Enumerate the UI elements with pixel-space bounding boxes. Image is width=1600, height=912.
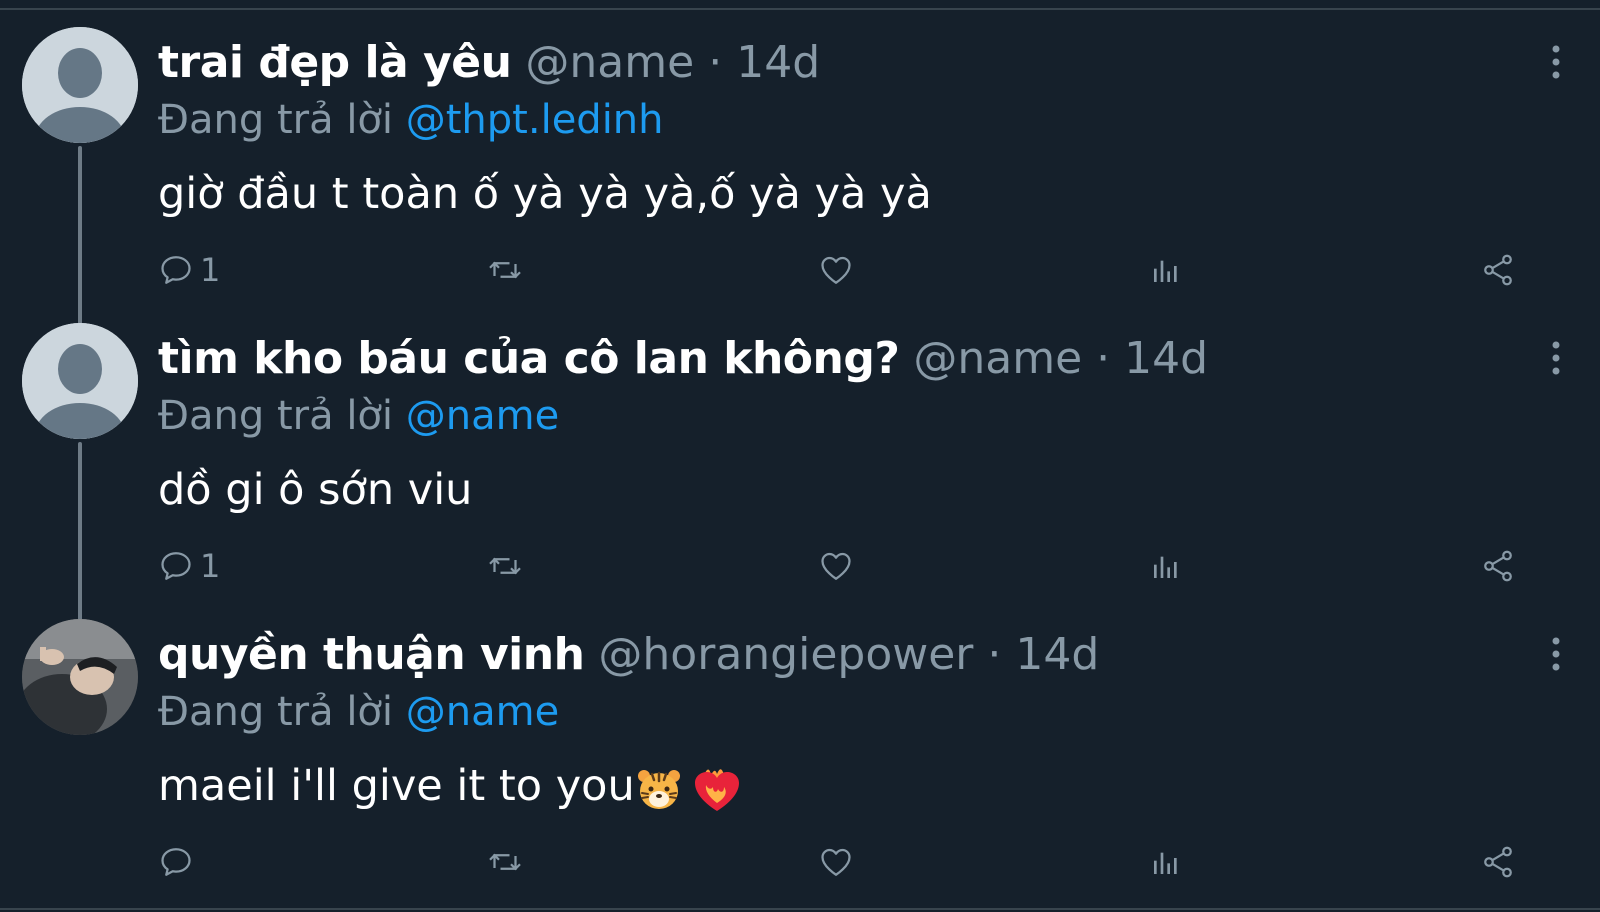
bottom-divider [0, 908, 1600, 910]
heart-on-fire-emoji [694, 768, 739, 811]
replying-to: Đang trả lời @name [158, 684, 559, 740]
retweet-icon [489, 853, 521, 871]
avatar[interactable] [22, 323, 138, 439]
handle[interactable]: @horangiepower [598, 629, 973, 680]
tweet-text: giờ đầu t toàn ố yà yà yà,ố yà yà yà [158, 169, 932, 219]
reply-count: 1 [200, 547, 221, 585]
analytics-icon [1154, 852, 1177, 874]
default-avatar-icon [22, 323, 138, 439]
more-vertical-icon[interactable] [1546, 340, 1566, 376]
tweet-1[interactable]: trai đẹp là yêu @name · 14d Đang trả lời… [0, 0, 1600, 326]
action-bar [0, 840, 1600, 884]
reply-icon [161, 552, 191, 580]
like-button[interactable] [818, 248, 854, 292]
reply-label: Đang trả lời [158, 393, 394, 439]
tiger-face-emoji [637, 769, 680, 809]
replying-to: Đang trả lời @thpt.ledinh [158, 92, 664, 148]
handle[interactable]: @name [525, 37, 694, 88]
separator: · [987, 629, 1002, 680]
retweet-button[interactable] [486, 544, 524, 588]
reply-target-link[interactable]: @thpt.ledinh [406, 97, 664, 143]
more-vertical-icon[interactable] [1546, 636, 1566, 672]
reply-count: 1 [200, 251, 221, 289]
tweet-text: maeil i'll give it to you [158, 761, 635, 811]
like-button[interactable] [818, 840, 854, 884]
tweet-2[interactable]: tìm kho báu của cô lan không? @name · 14… [0, 296, 1600, 622]
timestamp[interactable]: 14d [1015, 629, 1099, 680]
timestamp[interactable]: 14d [736, 37, 820, 88]
display-name[interactable]: tìm kho báu của cô lan không? [158, 333, 900, 384]
handle[interactable]: @name [913, 333, 1082, 384]
reply-target-link[interactable]: @name [406, 393, 559, 439]
separator: · [1096, 333, 1111, 384]
retweet-icon [489, 261, 521, 279]
retweet-button[interactable] [486, 248, 524, 292]
analytics-icon [1154, 260, 1177, 282]
more-vertical-icon[interactable] [1546, 44, 1566, 80]
timestamp[interactable]: 14d [1124, 333, 1208, 384]
tweet-text-container: maeil i'll give it to you [158, 758, 743, 815]
share-button[interactable] [1480, 248, 1516, 292]
tweet-header: quyền thuận vinh @horangiepower · 14d [158, 625, 1099, 685]
share-button[interactable] [1480, 840, 1516, 884]
heart-icon [821, 848, 851, 876]
avatar[interactable] [22, 27, 138, 143]
like-button[interactable] [818, 544, 854, 588]
analytics-icon [1154, 556, 1177, 578]
share-icon [1484, 846, 1512, 878]
views-button[interactable] [1150, 840, 1182, 884]
tweet-text: dồ gi ô sớn viu [158, 465, 473, 515]
tweet-3[interactable]: quyền thuận vinh @horangiepower · 14d Đa… [0, 592, 1600, 892]
display-name[interactable]: trai đẹp là yêu [158, 37, 512, 88]
reply-icon [161, 848, 191, 876]
action-bar: 1 [0, 248, 1600, 292]
reply-target-link[interactable]: @name [406, 689, 559, 735]
tweet-header: trai đẹp là yêu @name · 14d [158, 33, 820, 93]
reply-button[interactable]: 1 [158, 248, 220, 292]
reply-icon [161, 256, 191, 284]
retweet-icon [489, 557, 521, 575]
action-bar: 1 [0, 544, 1600, 588]
share-button[interactable] [1480, 544, 1516, 588]
share-icon [1484, 254, 1512, 286]
avatar[interactable] [22, 619, 138, 735]
separator: · [708, 37, 723, 88]
replying-to: Đang trả lời @name [158, 388, 559, 444]
default-avatar-icon [22, 27, 138, 143]
share-icon [1484, 550, 1512, 582]
reply-button[interactable] [158, 840, 200, 884]
views-button[interactable] [1150, 248, 1182, 292]
display-name[interactable]: quyền thuận vinh [158, 629, 585, 680]
reply-label: Đang trả lời [158, 689, 394, 735]
reply-button[interactable]: 1 [158, 544, 220, 588]
retweet-button[interactable] [486, 840, 524, 884]
heart-icon [821, 552, 851, 580]
profile-photo [22, 619, 138, 735]
views-button[interactable] [1150, 544, 1182, 588]
heart-icon [821, 256, 851, 284]
reply-label: Đang trả lời [158, 97, 394, 143]
tweet-header: tìm kho báu của cô lan không? @name · 14… [158, 329, 1208, 389]
